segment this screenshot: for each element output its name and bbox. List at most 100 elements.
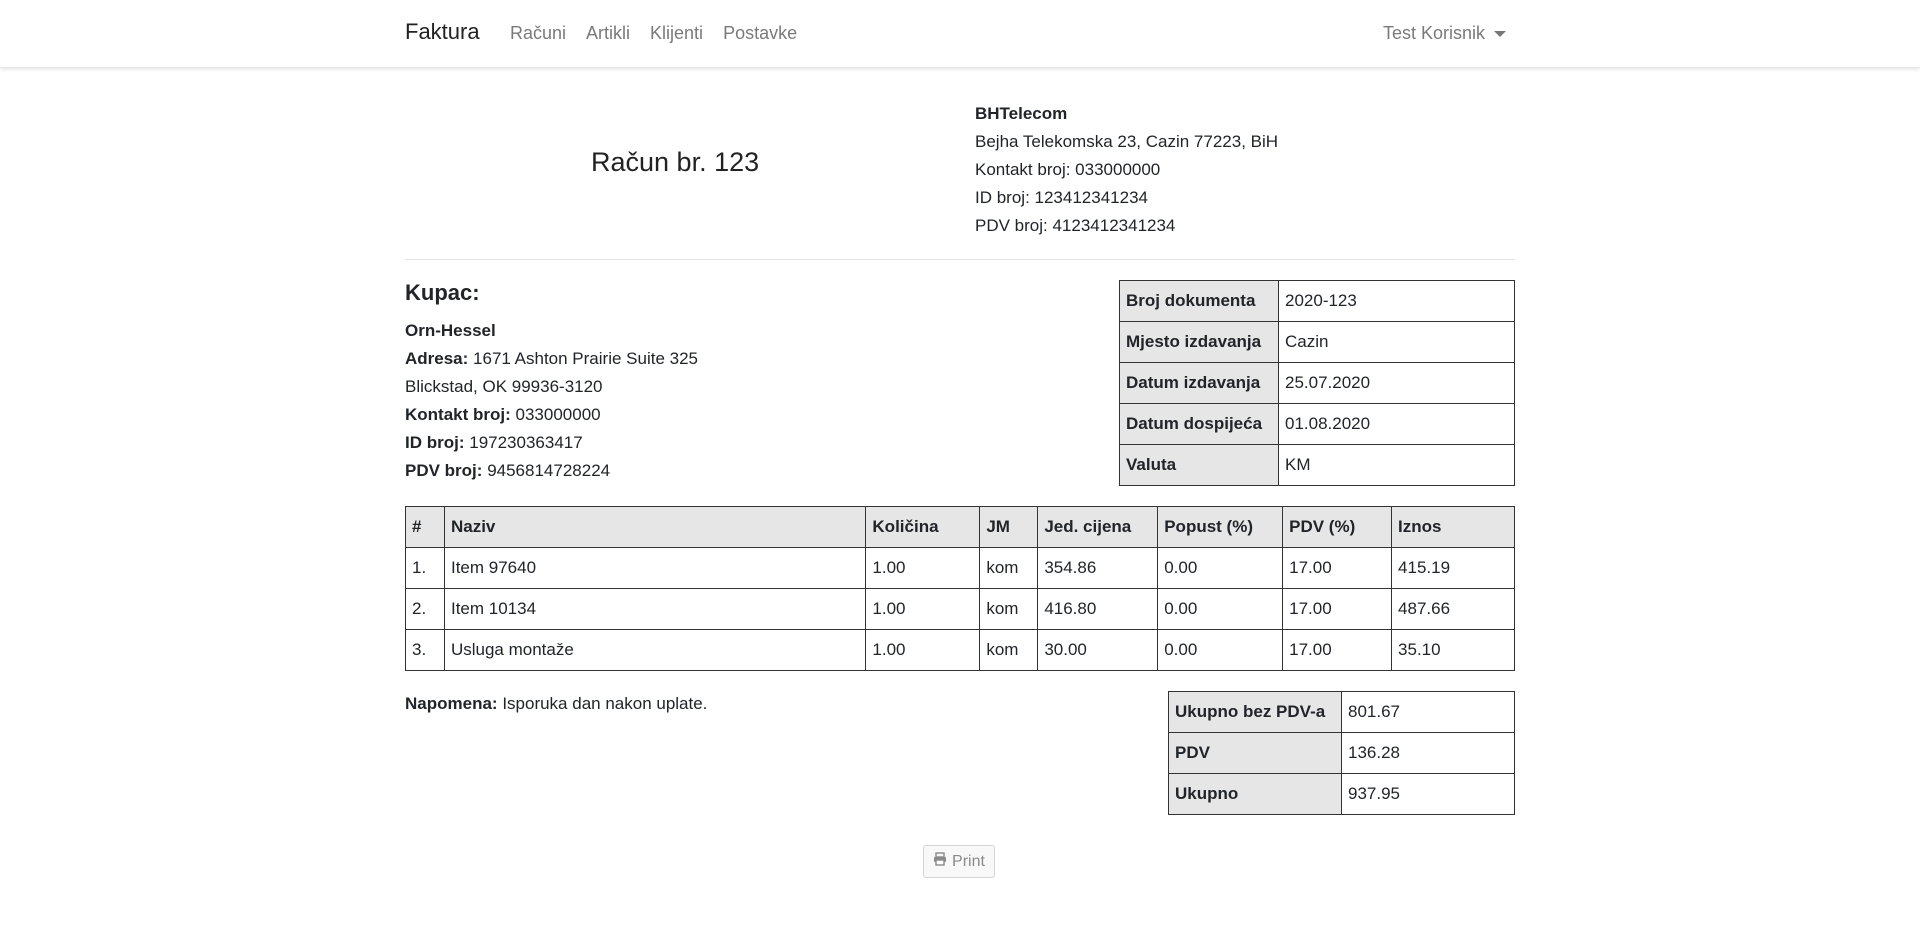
cell-jm: kom (979, 629, 1039, 671)
cell-naziv: Item 10134 (443, 588, 867, 630)
note-label: Napomena: (405, 694, 498, 713)
table-row: Ukupno bez PDV-a 801.67 (1168, 691, 1515, 733)
buyer-info: Kupac: Orn-Hessel Adresa: 1671 Ashton Pr… (405, 280, 698, 485)
nav-link-artikli[interactable]: Artikli (586, 23, 630, 44)
cell-jed-cijena: 354.86 (1037, 547, 1159, 589)
cell-jed-cijena: 30.00 (1037, 629, 1159, 671)
buyer-contact-label: Kontakt broj: (405, 405, 511, 424)
buyer-address-value: 1671 Ashton Prairie Suite 325 (473, 349, 698, 368)
cell-pdv: 17.00 (1282, 547, 1393, 589)
table-row: 3. Usluga montaže 1.00 kom 30.00 0.00 17… (405, 629, 1515, 671)
user-menu-dropdown[interactable]: Test Korisnik (1383, 23, 1507, 44)
print-button-label: Print (952, 852, 985, 870)
buyer-pdv-value: 9456814728224 (487, 461, 611, 480)
company-id: ID broj: 123412341234 (975, 188, 1148, 207)
buyer-name: Orn-Hessel (405, 321, 496, 340)
doc-label: Datum izdavanja (1119, 362, 1279, 404)
table-row: Valuta KM (1119, 444, 1515, 486)
total-label: PDV (1168, 732, 1342, 774)
header-divider (405, 259, 1515, 260)
table-header-row: # Naziv Količina JM Jed. cijena Popust (… (405, 506, 1515, 548)
nav-links: Računi Artikli Klijenti Postavke (510, 23, 817, 44)
table-row: Ukupno 937.95 (1168, 773, 1515, 815)
col-header-pdv: PDV (%) (1282, 506, 1393, 548)
company-pdv: PDV broj: 4123412341234 (975, 216, 1176, 235)
company-info: BHTelecom Bejha Telekomska 23, Cazin 772… (975, 100, 1278, 240)
cell-popust: 0.00 (1157, 629, 1284, 671)
doc-value: 01.08.2020 (1278, 403, 1515, 445)
print-icon (933, 852, 947, 871)
cell-kolicina: 1.00 (865, 629, 981, 671)
company-contact: Kontakt broj: 033000000 (975, 160, 1161, 179)
buyer-id-value: 197230363417 (469, 433, 583, 452)
cell-iznos: 487.66 (1391, 588, 1515, 630)
doc-value: Cazin (1278, 321, 1515, 363)
caret-down-icon (1494, 30, 1507, 37)
cell-naziv: Usluga montaže (443, 629, 867, 671)
col-header-jm: JM (979, 506, 1039, 548)
col-header-kolicina: Količina (865, 506, 981, 548)
totals-table: Ukupno bez PDV-a 801.67 PDV 136.28 Ukupno 9… (1168, 691, 1515, 815)
table-row: 2. Item 10134 1.00 kom 416.80 0.00 17.00… (405, 588, 1515, 630)
doc-label: Broj dokumenta (1119, 280, 1279, 322)
print-button[interactable]: Print (923, 845, 995, 878)
buyer-contact: Kontakt broj: 033000000 (405, 401, 698, 429)
nav-link-postavke[interactable]: Postavke (723, 23, 797, 44)
col-header-iznos: Iznos (1391, 506, 1515, 548)
cell-pdv: 17.00 (1282, 629, 1393, 671)
brand-logo[interactable]: Faktura (405, 19, 480, 45)
cell-iznos: 35.10 (1391, 629, 1515, 671)
cell-jed-cijena: 416.80 (1037, 588, 1159, 630)
buyer-address-line2: Blickstad, OK 99936-3120 (405, 377, 603, 396)
table-row: Datum izdavanja 25.07.2020 (1119, 362, 1515, 404)
cell-kolicina: 1.00 (865, 547, 981, 589)
note-text: Isporuka dan nakon uplate. (502, 694, 708, 713)
table-row: 1. Item 97640 1.00 kom 354.86 0.00 17.00… (405, 547, 1515, 589)
invoice-note: Napomena: Isporuka dan nakon uplate. (405, 694, 707, 714)
col-header-naziv: Naziv (443, 506, 867, 548)
buyer-address-line1: Adresa: 1671 Ashton Prairie Suite 325 (405, 345, 698, 373)
nav-link-racuni[interactable]: Računi (510, 23, 566, 44)
doc-label: Datum dospijeća (1119, 403, 1279, 445)
table-row: Mjesto izdavanja Cazin (1119, 321, 1515, 363)
buyer-pdv: PDV broj: 9456814728224 (405, 457, 698, 485)
col-header-jed-cijena: Jed. cijena (1037, 506, 1159, 548)
cell-number: 1. (405, 547, 445, 589)
col-header-popust: Popust (%) (1157, 506, 1284, 548)
document-details-table: Broj dokumenta 2020-123 Mjesto izdavanja C… (1119, 280, 1515, 486)
buyer-contact-value: 033000000 (515, 405, 601, 424)
company-address: Bejha Telekomska 23, Cazin 77223, BiH (975, 132, 1279, 151)
cell-number: 2. (405, 588, 445, 630)
cell-number: 3. (405, 629, 445, 671)
invoice-title: Račun br. 123 (591, 147, 760, 177)
nav-link-klijenti[interactable]: Klijenti (650, 23, 703, 44)
table-row: Broj dokumenta 2020-123 (1119, 280, 1515, 322)
cell-popust: 0.00 (1157, 547, 1284, 589)
cell-kolicina: 1.00 (865, 588, 981, 630)
doc-label: Valuta (1119, 444, 1279, 486)
cell-jm: kom (979, 588, 1039, 630)
total-value: 937.95 (1341, 773, 1515, 815)
cell-pdv: 17.00 (1282, 588, 1393, 630)
items-table: # Naziv Količina JM Jed. cijena Popust (… (405, 506, 1515, 671)
total-label: Ukupno (1168, 773, 1342, 815)
doc-value: 25.07.2020 (1278, 362, 1515, 404)
doc-value: KM (1278, 444, 1515, 486)
total-value: 801.67 (1341, 691, 1515, 733)
cell-naziv: Item 97640 (443, 547, 867, 589)
col-header-number: # (405, 506, 445, 548)
buyer-heading: Kupac: (405, 280, 480, 305)
total-value: 136.28 (1341, 732, 1515, 774)
cell-iznos: 415.19 (1391, 547, 1515, 589)
buyer-id-label: ID broj: (405, 433, 465, 452)
buyer-pdv-label: PDV broj: (405, 461, 483, 480)
doc-label: Mjesto izdavanja (1119, 321, 1279, 363)
buyer-id: ID broj: 197230363417 (405, 429, 698, 457)
total-label: Ukupno bez PDV-a (1168, 691, 1342, 733)
cell-popust: 0.00 (1157, 588, 1284, 630)
top-navbar: Faktura Računi Artikli Klijenti Postavke… (0, 0, 1920, 68)
doc-value: 2020-123 (1278, 280, 1515, 322)
cell-jm: kom (979, 547, 1039, 589)
user-name: Test Korisnik (1383, 23, 1486, 43)
buyer-address-label: Adresa: (405, 349, 469, 368)
